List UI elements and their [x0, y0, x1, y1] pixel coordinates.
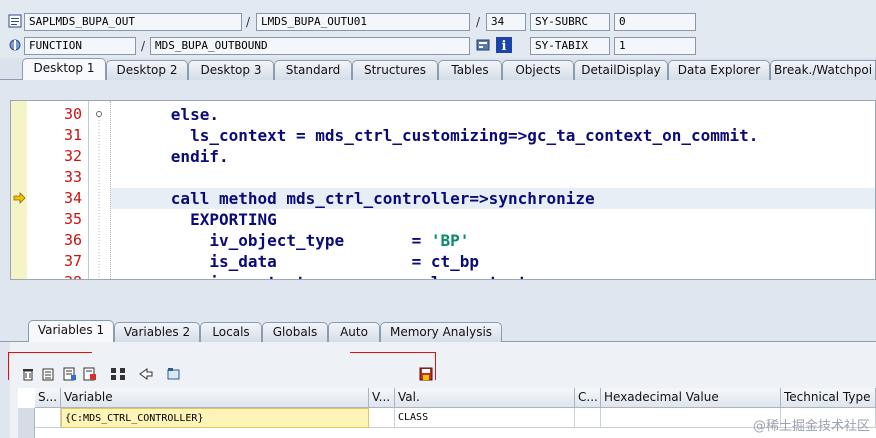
fold-column: [89, 101, 111, 280]
debugger-header: SAPLMDS_BUPA_OUT / LMDS_BUPA_OUTU01 / 34…: [0, 0, 876, 58]
line-number: 35: [63, 210, 82, 228]
variables-tabstrip: Variables 1 Variables 2 Locals Globals A…: [0, 320, 876, 342]
tab-desktop-1[interactable]: Desktop 1: [22, 58, 106, 80]
tab-tables[interactable]: Tables: [438, 60, 502, 80]
code-line: endif.: [113, 147, 229, 166]
cell-status: [35, 408, 61, 428]
tab-breakpoints-watchpoints[interactable]: Break./Watchpoi: [770, 60, 876, 80]
variable-input[interactable]: {C:MDS_CTRL_CONTROLLER}: [61, 408, 369, 428]
separator: /: [141, 39, 146, 53]
navigate-icon[interactable]: [138, 366, 154, 382]
save-icon[interactable]: [418, 366, 434, 382]
export-icon[interactable]: [82, 366, 98, 382]
annotation-line: [8, 352, 92, 353]
splitter-area[interactable]: [10, 281, 876, 311]
line-number: 30: [63, 105, 82, 123]
tab-desktop-3[interactable]: Desktop 3: [188, 60, 274, 80]
row-selector[interactable]: [18, 428, 35, 438]
tree-icon[interactable]: [110, 366, 126, 382]
event-type-field[interactable]: FUNCTION: [24, 37, 136, 55]
code-line: iv_object_type = 'BP': [113, 230, 469, 251]
code-line: EXPORTING: [113, 210, 277, 229]
program-icon: [8, 14, 22, 28]
tab-globals[interactable]: Globals: [262, 322, 328, 342]
breakpoint-gutter[interactable]: [11, 101, 27, 279]
row-selector[interactable]: [18, 408, 35, 428]
sysubrc-value[interactable]: 0: [614, 13, 696, 31]
separator: /: [476, 15, 481, 29]
code-line: else.: [113, 105, 219, 124]
column-header-technical-type[interactable]: Technical Type: [781, 388, 876, 408]
info-icon[interactable]: i: [496, 37, 512, 54]
annotation-line: [350, 352, 436, 353]
tab-data-explorer[interactable]: Data Explorer: [668, 60, 770, 80]
cell-value: CLASS: [395, 408, 575, 428]
tab-memory-analysis[interactable]: Memory Analysis: [380, 322, 502, 342]
code-text: iv_object_type =: [113, 231, 431, 250]
annotation-line: [435, 352, 436, 380]
display-icon[interactable]: [476, 38, 490, 52]
line-numbers: 30 31 32 33 34 35 36 37 38: [27, 101, 89, 279]
line-field[interactable]: 34: [486, 13, 526, 31]
cell-c: [575, 408, 601, 428]
tab-desktop-2[interactable]: Desktop 2: [106, 60, 188, 80]
code-line: ls_context = mds_ctrl_customizing=>gc_ta…: [113, 126, 759, 145]
line-number: 36: [63, 231, 82, 249]
tab-auto[interactable]: Auto: [328, 322, 380, 342]
line-number: 37: [63, 252, 82, 270]
sytabix-value[interactable]: 1: [614, 37, 696, 55]
code-line: is_context = ls_context: [113, 272, 527, 279]
tab-objects[interactable]: Objects: [502, 60, 574, 80]
sysubrc-label: SY-SUBRC: [530, 13, 610, 31]
tab-structures[interactable]: Structures: [352, 60, 438, 80]
source-code-editor[interactable]: 30 31 32 33 34 35 36 37 38 else. ls_cont…: [10, 100, 876, 280]
watermark: @稀土掘金技术社区: [752, 419, 870, 434]
column-header-v[interactable]: V...: [369, 388, 395, 408]
cell-v: [369, 408, 395, 428]
string-literal: 'BP': [430, 231, 470, 250]
svg-text:i: i: [502, 39, 507, 53]
column-header-hex-value[interactable]: Hexadecimal Value: [601, 388, 781, 408]
delete-all-icon[interactable]: [40, 366, 56, 382]
tab-variables-1[interactable]: Variables 1: [28, 320, 114, 342]
variables-table[interactable]: S... Variable V... Val. C... Hexadecimal…: [18, 388, 876, 438]
function-icon: [8, 38, 22, 52]
tab-detaildisplay[interactable]: DetailDisplay: [574, 60, 668, 80]
column-header-variable[interactable]: Variable: [61, 388, 369, 408]
sytabix-label: SY-TABIX: [530, 37, 610, 55]
column-header-c[interactable]: C...: [575, 388, 601, 408]
line-number: 31: [63, 126, 82, 144]
fold-marker-icon[interactable]: [89, 101, 111, 280]
column-header-value[interactable]: Val.: [395, 388, 575, 408]
separator: /: [246, 15, 251, 29]
desktop-tabstrip: Desktop 1 Desktop 2 Desktop 3 Standard S…: [0, 58, 876, 80]
code-line: is_data = ct_bp: [113, 252, 480, 271]
tab-variables-2[interactable]: Variables 2: [114, 322, 200, 342]
tab-locals[interactable]: Locals: [200, 322, 262, 342]
column-header-s[interactable]: S...: [35, 388, 61, 408]
tab-standard[interactable]: Standard: [274, 60, 352, 80]
include-field[interactable]: LMDS_BUPA_OUTU01: [256, 13, 470, 31]
delete-icon[interactable]: [20, 366, 36, 382]
line-number: 38: [64, 272, 82, 279]
import-icon[interactable]: [62, 366, 78, 382]
event-name-field[interactable]: MDS_BUPA_OUTBOUND: [150, 37, 470, 55]
current-statement-arrow-icon: [13, 192, 26, 207]
line-number: 33: [63, 168, 82, 186]
line-number: 32: [63, 147, 82, 165]
line-number: 34: [63, 189, 82, 207]
folder-icon[interactable]: [166, 366, 182, 382]
program-field[interactable]: SAPLMDS_BUPA_OUT: [24, 13, 242, 31]
annotation-line: [8, 352, 9, 380]
code-line: call method mds_ctrl_controller=>synchro…: [113, 189, 595, 208]
